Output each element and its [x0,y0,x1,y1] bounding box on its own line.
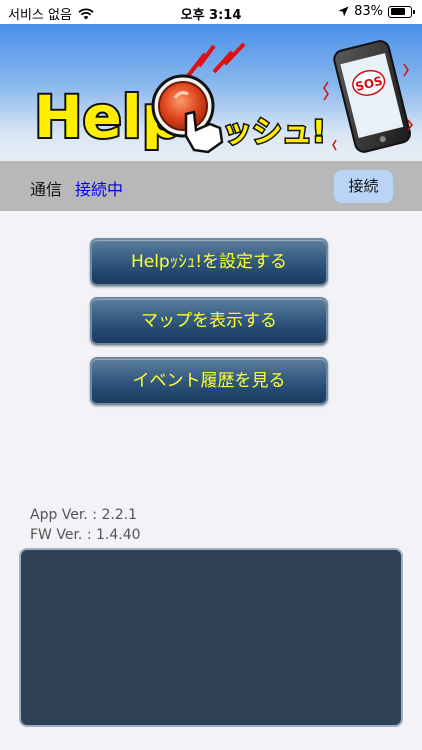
battery-level [390,8,406,15]
event-history-button[interactable]: イベント履歴を見る [90,357,328,405]
lightning-icon [186,44,216,78]
show-map-button[interactable]: マップを表示する [90,297,328,345]
connection-label: 通信 [30,180,63,199]
location-arrow-icon [338,6,349,17]
settings-button[interactable]: Helpｯｼｭ!を設定する [90,238,328,286]
app-banner: Help ッシュ! SOS [0,24,422,161]
connection-status: 接続中 [75,180,124,199]
svg-text:ッシュ!: ッシュ! [222,115,326,150]
log-text-area[interactable] [19,548,403,727]
lightning-icon-2 [212,42,246,74]
connect-button[interactable]: 接続 [334,170,393,203]
battery-icon [388,5,415,18]
app-logo: Help ッシュ! SOS [32,40,413,154]
app-version: App Ver. : 2.2.1 [30,507,138,523]
phone-icon: SOS [333,40,411,153]
status-bar: 서비스 없음 오후 3:14 83% [0,0,422,24]
firmware-version: FW Ver. : 1.4.40 [30,527,141,543]
battery-percent: 83% [354,4,383,19]
status-right: 83% [338,4,415,19]
